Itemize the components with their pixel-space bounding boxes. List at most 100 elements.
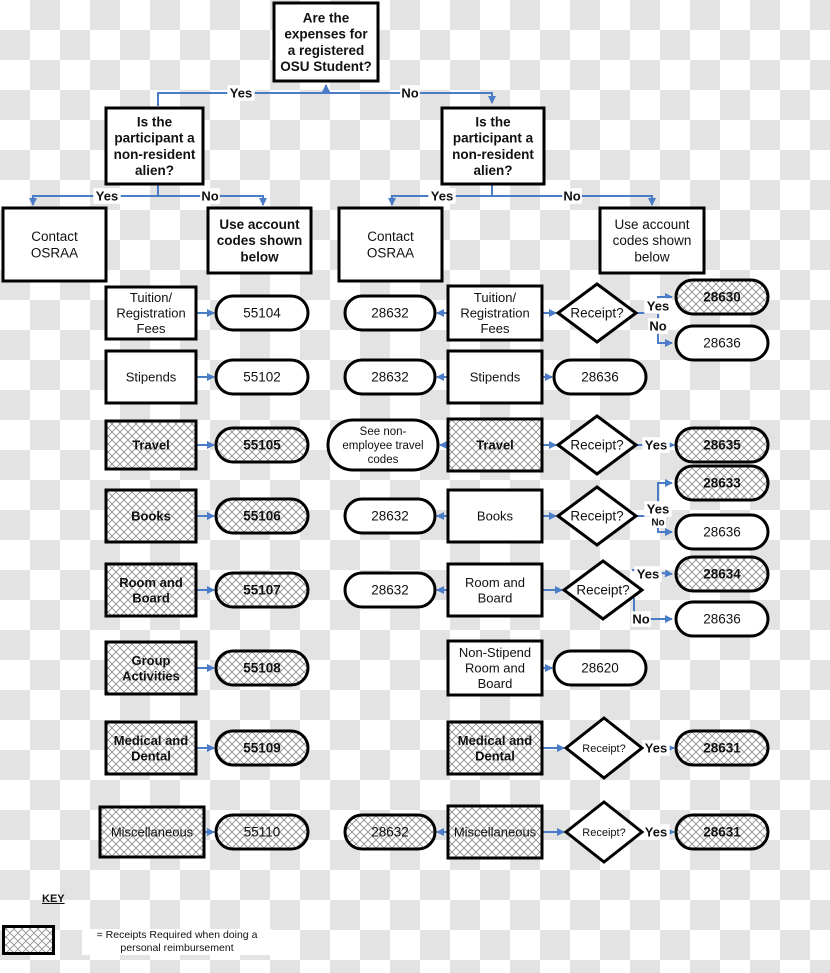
left-code-2: 55105	[214, 426, 310, 464]
left-code-2-text: 55105	[243, 438, 281, 453]
right-category-1: Stipends	[446, 349, 544, 405]
left-code-7-text: 55110	[244, 825, 281, 840]
right-direct-code-5: 28620	[552, 649, 648, 687]
right-receipt-no-code-0: 28636	[674, 324, 770, 362]
right-use-codes: Use account codes shown below	[598, 206, 706, 275]
right-receipt-no-code-3: 28636	[674, 513, 770, 551]
left-code-3: 55106	[214, 497, 310, 535]
right-category-4: Room and Board	[446, 562, 544, 618]
left-category-6: Medical and Dental	[104, 720, 198, 776]
receipt-decision-0: Receipt?	[555, 282, 639, 344]
right-left-code-7: 28632	[343, 813, 437, 851]
right-category-2-text: Travel	[476, 438, 514, 453]
right-category-2: Travel	[446, 417, 544, 473]
right-category-0: Tuition/Registration Fees	[446, 284, 544, 342]
right-left-code-3-text: 28632	[371, 509, 409, 524]
right-receipt-yes-code-0: 28630	[674, 278, 770, 316]
flowchart-canvas: Yes NoYes No Yes NoYesNoYesYesNoYesNoYesYes …	[1, 1, 770, 864]
root-question: Are the expenses for a registered OSU Stude…	[272, 1, 380, 83]
right-no-label-4: No	[632, 612, 649, 627]
receipt-decision-7: Receipt?	[563, 800, 645, 864]
left-category-3-text: Books	[131, 509, 171, 524]
right-yes-label-6: Yes	[645, 741, 667, 756]
left-code-6: 55109	[214, 729, 310, 767]
left-category-7-text: Miscellaneous	[111, 825, 194, 840]
flowchart: Yes No Yes No Yes No Yes No Yes Yes No Yes No Yes Yes …	[0, 0, 830, 968]
receipt-decision-4: Receipt?	[561, 559, 645, 621]
right-category-7-text: Miscellaneous	[454, 825, 537, 840]
left-code-1: 55102	[214, 358, 310, 396]
root-branches	[157, 92, 496, 106]
left-code-5-text: 55108	[243, 661, 281, 676]
right-receipt-no-code-4: 28636	[674, 600, 770, 638]
left-code-0-text: 55104	[243, 306, 281, 321]
right-no-label: No	[563, 189, 580, 204]
left-use-codes: Use account codes shown below	[206, 206, 313, 275]
right-left-code-3: 28632	[343, 497, 437, 535]
right-category-1-text: Stipends	[470, 370, 521, 385]
receipt-decision-3-text: Receipt?	[570, 509, 623, 524]
right-no-label-0: No	[649, 319, 666, 334]
left-category-4: Room and Board	[104, 562, 198, 618]
right-direct-code-1: 28636	[552, 358, 648, 396]
right-receipt-yes-code-6: 28631	[674, 729, 770, 767]
right-receipt-yes-code-7: 28631	[674, 813, 770, 851]
right-contact-osraa-text: Contact OSRAA	[367, 229, 414, 260]
key-description: = Receipts Required when doing a persona…	[82, 929, 272, 955]
receipt-decision-2-text: Receipt?	[570, 438, 623, 453]
right-category-6: Medical and Dental	[446, 720, 544, 776]
right-left-code-2: See non-employee travel codes	[326, 418, 440, 472]
right-receipt-yes-code-4: 28634	[674, 555, 770, 593]
left-category-1: Stipends	[104, 349, 198, 405]
right-receipt-yes-code-2: 28635	[674, 426, 770, 464]
right-category-3: Books	[446, 488, 544, 544]
left-category-2-text: Travel	[132, 438, 170, 453]
right-yes-label-2: Yes	[645, 438, 667, 453]
right-left-code-4: 28632	[343, 571, 437, 609]
right-receipt-yes-code-0-text: 28630	[703, 290, 741, 305]
receipt-decision-6: Receipt?	[563, 716, 645, 780]
right-yes-label-4: Yes	[637, 567, 659, 582]
left-contact-osraa-text: Contact OSRAA	[31, 229, 78, 260]
right-receipt-yes-code-3-text: 28633	[703, 476, 741, 491]
right-receipt-no-code-3-text: 28636	[703, 525, 741, 540]
nodes: Are the expenses for a registered OSU Stude…	[1, 1, 770, 864]
right-left-code-4-text: 28632	[371, 583, 409, 598]
right-receipt-yes-code-7-text: 28631	[703, 825, 741, 840]
right-category-5: Non-Stipend Room and Board	[446, 639, 544, 697]
left-category-0: Tuition/Registration Fees	[104, 285, 198, 341]
root-yes-label: Yes	[230, 86, 252, 101]
left-code-0: 55104	[214, 294, 310, 332]
left-category-5: Group Activities	[104, 640, 198, 696]
right-receipt-no-code-4-text: 28636	[703, 612, 741, 627]
right-contact-osraa: Contact OSRAA	[337, 206, 444, 283]
left-yes-label: Yes	[96, 189, 118, 204]
right-question: Is the participant a non-resident alien?	[440, 106, 546, 186]
right-direct-code-5-text: 28620	[581, 661, 619, 676]
key-title: KEY	[42, 893, 65, 905]
right-yes-label: Yes	[431, 189, 453, 204]
receipt-decision-7-text: Receipt?	[582, 827, 625, 839]
right-receipt-yes-code-4-text: 28634	[703, 567, 741, 582]
receipt-decision-0-text: Receipt?	[570, 306, 623, 321]
left-question: Is the participant a non-resident alien?	[104, 106, 205, 186]
left-code-6-text: 55109	[243, 741, 281, 756]
receipt-decision-6-text: Receipt?	[582, 743, 625, 755]
right-receipt-yes-code-2-text: 28635	[703, 438, 741, 453]
left-code-3-text: 55106	[243, 509, 281, 524]
left-category-7: Miscellaneous	[98, 805, 206, 859]
root-no-label: No	[401, 86, 418, 101]
right-receipt-yes-code-3: 28633	[674, 464, 770, 502]
left-category-2: Travel	[104, 419, 198, 471]
receipt-decision-4-text: Receipt?	[576, 583, 629, 598]
right-left-code-0-text: 28632	[371, 306, 409, 321]
right-yes-label-3: Yes	[647, 502, 669, 517]
right-direct-code-1-text: 28636	[581, 370, 619, 385]
right-receipt-no-code-0-text: 28636	[703, 336, 741, 351]
right-yes-label-7: Yes	[645, 825, 667, 840]
left-category-1-text: Stipends	[126, 370, 177, 385]
left-contact-osraa: Contact OSRAA	[1, 206, 108, 283]
right-left-code-1: 28632	[343, 358, 437, 396]
right-category-7: Miscellaneous	[446, 804, 544, 860]
left-code-5: 55108	[214, 649, 310, 687]
